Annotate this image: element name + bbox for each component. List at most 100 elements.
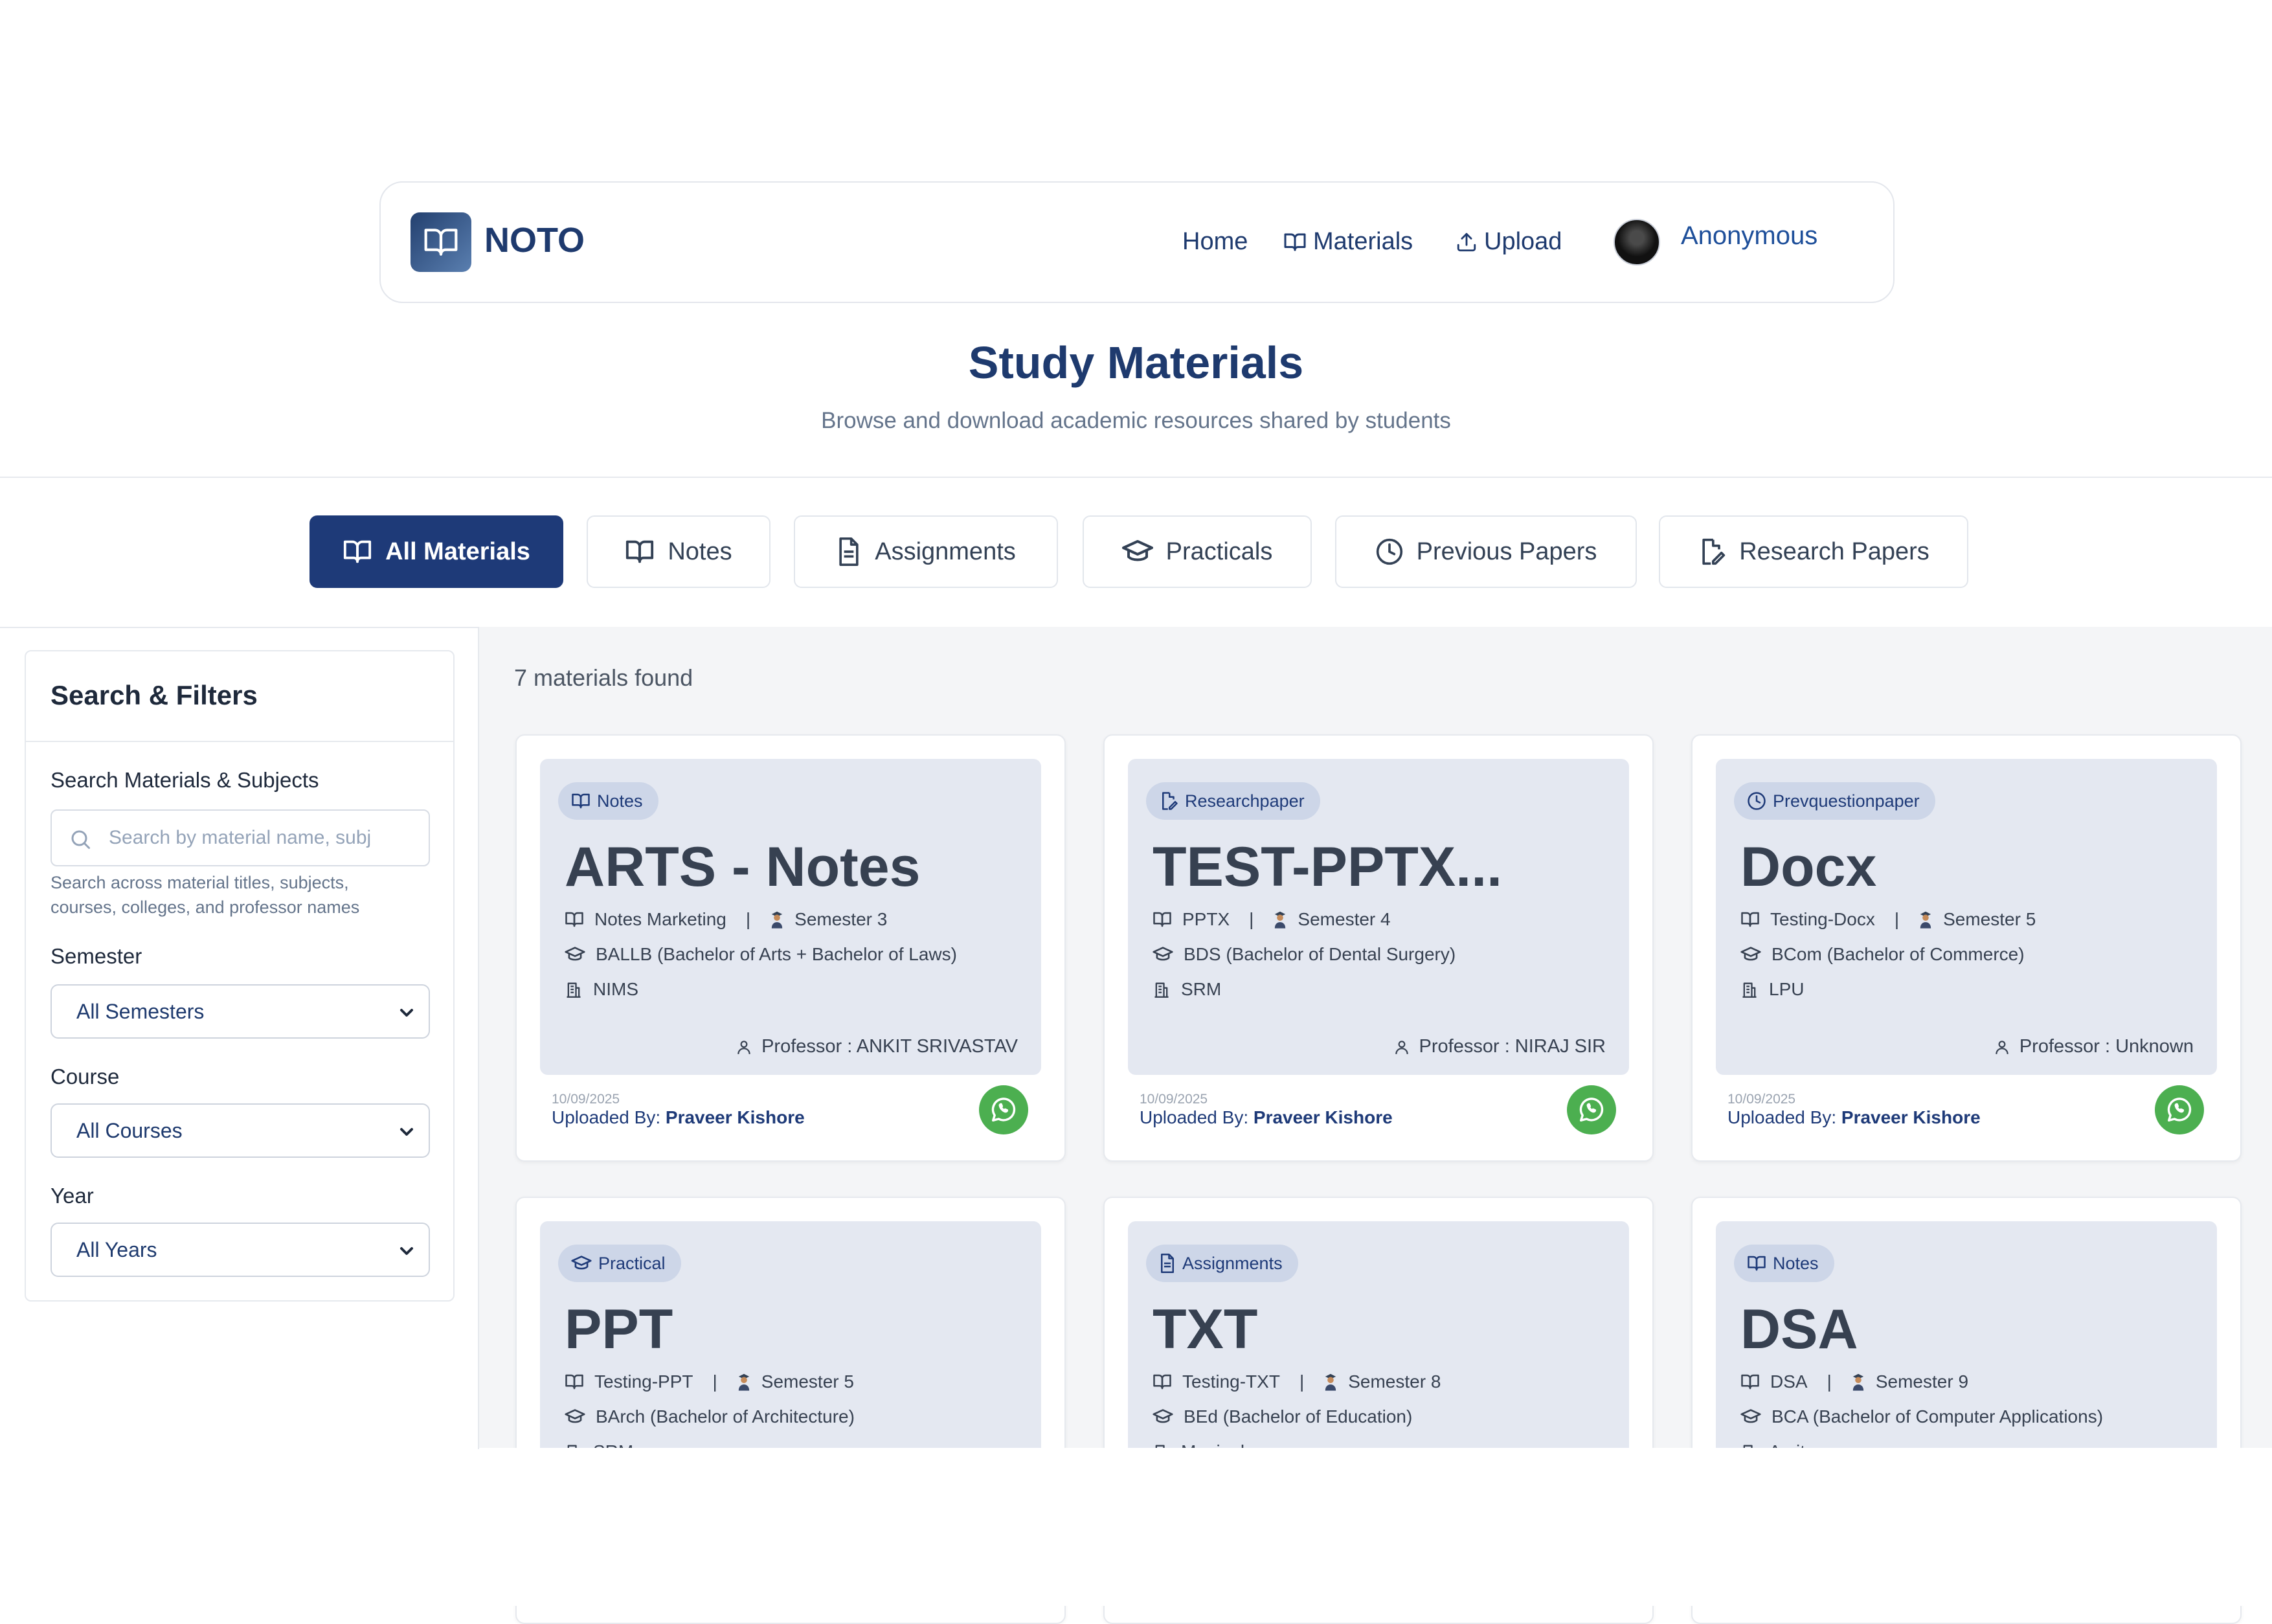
upload-date: 10/09/2025 [1140, 1092, 1208, 1107]
tab-previous-papers[interactable]: Previous Papers [1335, 515, 1637, 588]
card-title: Docx [1740, 836, 1877, 898]
material-card[interactable]: Notes ARTS - Notes Notes Marketing | Semeste… [515, 734, 1066, 1162]
tab-label: Practicals [1165, 537, 1273, 565]
upload-icon [1456, 231, 1478, 253]
page-subtitle: Browse and download academic resources s… [821, 408, 1451, 433]
year-label: Year [51, 1184, 94, 1208]
semester-value: All Semesters [76, 1000, 205, 1023]
file-text-icon [1159, 1254, 1176, 1273]
course-select[interactable]: All Courses [51, 1103, 430, 1158]
filters-header: Search & Filters [26, 651, 453, 742]
separator: | [1894, 909, 1900, 929]
nav-upload-link[interactable]: Upload [1456, 228, 1562, 256]
semester-label: Semester [51, 944, 142, 968]
whatsapp-share-button[interactable] [2155, 1085, 2204, 1134]
clock-icon [1375, 537, 1404, 566]
tab-all-materials[interactable]: All Materials [309, 515, 563, 588]
tab-research-papers[interactable]: Research Papers [1659, 515, 1968, 588]
tab-practicals[interactable]: Practicals [1083, 515, 1312, 588]
uploader-name: Praveer Kishore [1253, 1107, 1393, 1127]
user-name[interactable]: Anonymous [1681, 221, 1817, 251]
card-preview: Prevquestionpaper Docx Testing-Docx | Semest… [1716, 759, 2217, 1075]
page-bottom [479, 1448, 2272, 1606]
subject-semester-row: PPTX | Semester 4 [1153, 909, 1391, 930]
college-name: SRM [1181, 979, 1222, 999]
course-name: BCom (Bachelor of Commerce) [1771, 944, 2025, 964]
category-badge: Practical [558, 1245, 681, 1282]
card-title: DSA [1740, 1298, 1858, 1360]
material-card[interactable]: Researchpaper TEST-PPTX... PPTX | Semester 4… [1103, 734, 1654, 1162]
course-row: BDS (Bachelor of Dental Surgery) [1153, 944, 1456, 965]
uploaded-by-label: Uploaded By: [552, 1107, 661, 1127]
user-icon [1393, 1038, 1410, 1056]
card-title: ARTS - Notes [565, 836, 921, 898]
top-navbar: NOTO Home Materials Upload Anonymous [379, 181, 1895, 303]
professor-name: Professor : ANKIT SRIVASTAV [761, 1036, 1018, 1057]
course-row: BArch (Bachelor of Architecture) [565, 1406, 855, 1427]
tab-label: All Materials [385, 537, 530, 565]
building-icon [565, 980, 583, 998]
subject-name: Notes Marketing [594, 909, 726, 929]
course-label: Course [51, 1065, 120, 1088]
brand-name[interactable]: NOTO [484, 220, 585, 260]
nav-upload-label: Upload [1484, 228, 1562, 255]
search-field[interactable] [51, 809, 430, 866]
category-badge: Notes [1734, 1245, 1834, 1282]
search-input[interactable] [109, 811, 426, 865]
book-icon [625, 539, 655, 565]
nav-materials-label: Materials [1313, 228, 1413, 255]
book-icon [343, 539, 372, 565]
course-row: BCom (Bachelor of Commerce) [1740, 944, 2025, 965]
semester-select[interactable]: All Semesters [51, 984, 430, 1039]
whatsapp-share-button[interactable] [1567, 1085, 1616, 1134]
logo-book-icon[interactable] [411, 212, 471, 272]
course-value: All Courses [76, 1119, 183, 1142]
uploader-name: Praveer Kishore [665, 1107, 805, 1127]
course-name: BCA (Bachelor of Computer Applications) [1771, 1406, 2104, 1427]
separator: | [1827, 1371, 1832, 1392]
filters-panel: Search & Filters Search Materials & Subj… [25, 650, 455, 1302]
student-icon [1323, 1372, 1338, 1392]
separator: | [1249, 909, 1254, 929]
year-select[interactable]: All Years [51, 1223, 430, 1277]
user-icon [736, 1038, 752, 1056]
subject-name: Testing-Docx [1770, 909, 1875, 929]
material-card[interactable]: Prevquestionpaper Docx Testing-Docx | Semest… [1691, 734, 2242, 1162]
whatsapp-share-button[interactable] [979, 1085, 1028, 1134]
college-row: SRM [1153, 979, 1221, 1000]
separator: | [712, 1371, 717, 1392]
professor-row: Professor : ANKIT SRIVASTAV [736, 1036, 1018, 1057]
whatsapp-icon [1577, 1095, 1606, 1125]
college-name: NIMS [593, 979, 638, 999]
card-title: PPT [565, 1298, 673, 1360]
course-row: BALLB (Bachelor of Arts + Bachelor of La… [565, 944, 957, 965]
separator: | [745, 909, 751, 929]
tab-assignments[interactable]: Assignments [794, 515, 1058, 588]
student-icon [770, 910, 784, 929]
user-icon [1994, 1038, 2010, 1056]
badge-label: Notes [597, 791, 643, 811]
subject-semester-row: DSA | Semester 9 [1740, 1371, 1968, 1392]
subject-semester-row: Testing-PPT | Semester 5 [565, 1371, 854, 1392]
search-label: Search Materials & Subjects [51, 768, 319, 792]
file-edit-icon [1159, 791, 1178, 811]
book-icon [571, 793, 590, 809]
book-icon [1153, 1373, 1172, 1390]
course-name: BALLB (Bachelor of Arts + Bachelor of La… [596, 944, 957, 964]
separator: | [1299, 1371, 1305, 1392]
subject-name: PPTX [1182, 909, 1230, 929]
graduation-cap-icon [565, 1408, 585, 1425]
graduation-cap-icon [571, 1255, 592, 1272]
graduation-cap-icon [1740, 1408, 1761, 1425]
nav-materials-link[interactable]: Materials [1283, 228, 1413, 256]
tab-notes[interactable]: Notes [587, 515, 770, 588]
chevron-down-icon [396, 1241, 417, 1261]
nav-home-link[interactable]: Home [1182, 228, 1248, 256]
category-tabs: All Materials Notes Assignments Practica… [0, 477, 2272, 628]
badge-label: Notes [1773, 1253, 1819, 1273]
badge-label: Assignments [1182, 1253, 1283, 1273]
student-icon [1273, 910, 1287, 929]
card-title: TEST-PPTX... [1153, 836, 1502, 898]
book-icon [1283, 232, 1307, 253]
avatar[interactable] [1614, 219, 1660, 265]
